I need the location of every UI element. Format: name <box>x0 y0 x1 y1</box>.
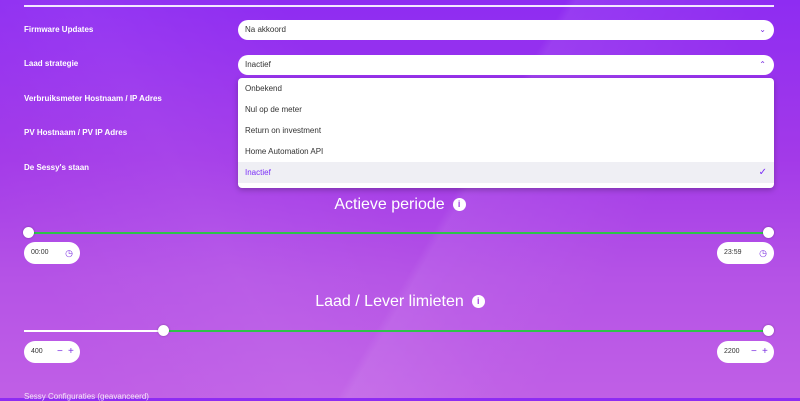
option-return-on-investment[interactable]: Return on investment <box>238 120 774 141</box>
chevron-up-icon: ⌃ <box>759 60 766 69</box>
limits-slider-range <box>163 330 768 332</box>
firmware-select[interactable]: Na akkoord ⌄ <box>238 20 774 40</box>
minus-icon[interactable]: − <box>751 341 757 363</box>
plus-icon[interactable]: + <box>68 341 74 363</box>
limits-title: Laad / Lever limieten <box>315 293 464 310</box>
advanced-config-label[interactable]: Sessy Configuraties (geavanceerd) <box>24 392 149 401</box>
info-icon[interactable]: i <box>452 198 466 211</box>
option-inactief[interactable]: Inactief ✓ <box>238 162 774 183</box>
end-time-value: 23:59 <box>724 249 742 256</box>
min-limit-value: 400 <box>31 348 43 355</box>
pv-hostname-label: PV Hostnaam / PV IP Adres <box>24 128 128 137</box>
laad-strategie-label: Laad strategie <box>24 59 79 68</box>
option-label: Nul op de meter <box>245 105 302 114</box>
limits-min-handle[interactable] <box>158 325 169 336</box>
option-label: Inactief <box>245 168 271 177</box>
limits-max-handle[interactable] <box>763 325 774 336</box>
active-period-heading: Actieve periode i <box>0 196 800 214</box>
option-onbekend[interactable]: Onbekend <box>238 78 774 99</box>
info-icon[interactable]: i <box>471 295 485 308</box>
limits-heading: Laad / Lever limieten i <box>0 293 800 311</box>
start-time-input[interactable]: 00:00 ◷ <box>24 242 80 264</box>
chevron-down-icon: ⌄ <box>759 25 766 34</box>
sessy-state-label: De Sessy's staan <box>24 163 90 172</box>
active-period-slider-range <box>28 232 768 234</box>
top-divider <box>24 5 774 7</box>
option-label: Home Automation API <box>245 147 324 156</box>
option-label: Onbekend <box>245 84 282 93</box>
meter-hostname-label: Verbruiksmeter Hostnaam / IP Adres <box>24 94 162 103</box>
laad-strategie-select[interactable]: Inactief ⌃ <box>238 55 774 75</box>
active-period-title: Actieve periode <box>334 196 445 213</box>
clock-icon[interactable]: ◷ <box>759 242 767 264</box>
min-limit-stepper[interactable]: 400 − + <box>24 341 80 363</box>
option-home-automation-api[interactable]: Home Automation API <box>238 141 774 162</box>
max-limit-stepper[interactable]: 2200 − + <box>717 341 774 363</box>
option-label: Return on investment <box>245 126 322 135</box>
check-icon: ✓ <box>758 167 767 178</box>
firmware-value: Na akkoord <box>245 25 286 34</box>
laad-strategie-dropdown: Onbekend Nul op de meter Return on inves… <box>238 78 774 188</box>
max-limit-value: 2200 <box>724 348 740 355</box>
minus-icon[interactable]: − <box>57 341 63 363</box>
plus-icon[interactable]: + <box>762 341 768 363</box>
firmware-label: Firmware Updates <box>24 25 94 34</box>
end-time-input[interactable]: 23:59 ◷ <box>717 242 774 264</box>
option-nul-op-de-meter[interactable]: Nul op de meter <box>238 99 774 120</box>
start-time-value: 00:00 <box>31 249 49 256</box>
active-period-start-handle[interactable] <box>23 227 34 238</box>
active-period-end-handle[interactable] <box>763 227 774 238</box>
clock-icon[interactable]: ◷ <box>65 242 73 264</box>
laad-strategie-value: Inactief <box>245 60 271 69</box>
